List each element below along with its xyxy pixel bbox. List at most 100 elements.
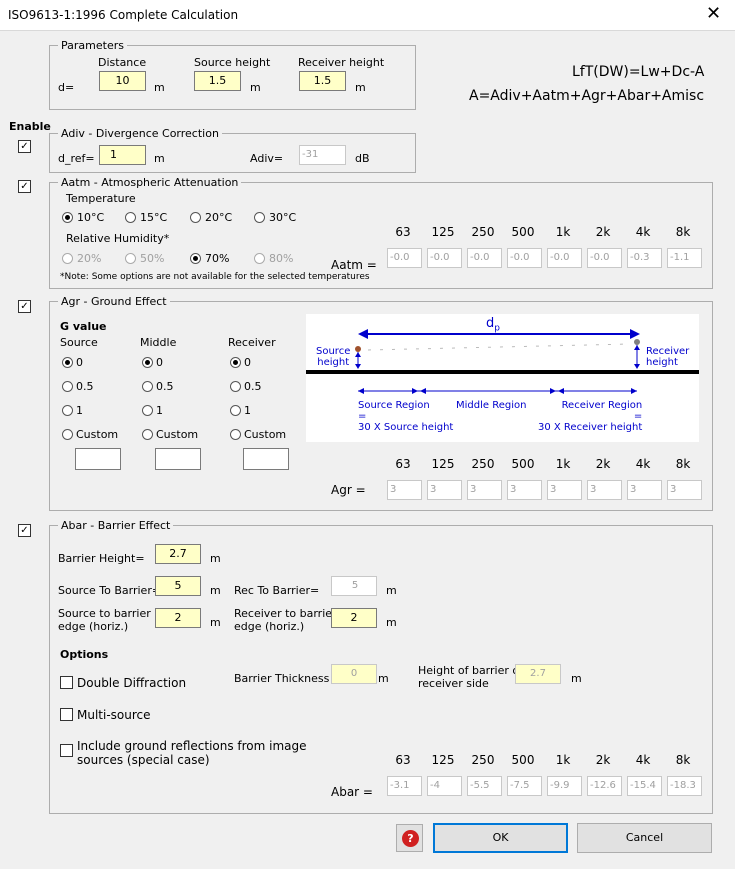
- g-option-label-1-2: 1: [156, 404, 163, 417]
- rh-radio-2[interactable]: [190, 253, 201, 264]
- g-radio-2-2[interactable]: [230, 405, 241, 416]
- temp-label-1: 15°C: [140, 211, 168, 224]
- temp-radio-0[interactable]: [62, 212, 73, 223]
- barrier-thickness-input[interactable]: 0: [331, 664, 377, 684]
- abar-enable-checkbox[interactable]: ✓: [18, 524, 31, 537]
- g-radio-1-2[interactable]: [142, 405, 153, 416]
- aatm-legend: Aatm - Atmospheric Attenuation: [58, 176, 242, 189]
- aatm-value-8k: -1.1: [667, 248, 702, 268]
- agr-value-2k: 3: [587, 480, 622, 500]
- close-icon[interactable]: ✕: [706, 4, 721, 24]
- g-radio-1-1[interactable]: [142, 381, 153, 392]
- receiver-height-label: Receiver height: [298, 56, 385, 69]
- height-rec-input[interactable]: 2.7: [515, 664, 561, 684]
- source-region-text-2: =: [358, 411, 367, 422]
- window-title: ISO9613-1:1996 Complete Calculation: [8, 8, 239, 22]
- g-radio-0-0[interactable]: [62, 357, 73, 368]
- source-height-text-1: Source: [316, 346, 351, 357]
- receiver-height-text-1: Receiver: [646, 346, 690, 357]
- g-option-label-0-3: Custom: [76, 428, 119, 441]
- abar-value-8k: -18.3: [667, 776, 702, 796]
- d-label: d=: [58, 81, 75, 94]
- aatm-value-2k: -0.0: [587, 248, 622, 268]
- double-diffraction-checkbox[interactable]: [60, 676, 73, 689]
- enable-label: Enable: [9, 120, 51, 133]
- g-radio-2-3[interactable]: [230, 429, 241, 440]
- cancel-button[interactable]: Cancel: [577, 823, 712, 853]
- abar-value-500: -7.5: [507, 776, 542, 796]
- receiver-edge-label: Receiver to barrier edge (horiz.): [234, 607, 337, 633]
- aatm-value-63: -0.0: [387, 248, 422, 268]
- rh-label-1: 50%: [140, 252, 165, 265]
- rh-label-3: 80%: [269, 252, 294, 265]
- double-diffraction-label: Double Diffraction: [77, 676, 187, 690]
- g-radio-2-1[interactable]: [230, 381, 241, 392]
- temp-radio-1[interactable]: [125, 212, 136, 223]
- receiver-height-text-2: height: [646, 357, 678, 368]
- rh-radio-0: [62, 253, 73, 264]
- dref-input[interactable]: 1: [99, 145, 146, 165]
- receiver-edge-input[interactable]: 2: [331, 608, 377, 628]
- agr-freq-63: 63: [395, 457, 411, 471]
- aatm-enable-checkbox[interactable]: ✓: [18, 180, 31, 193]
- source-height-input[interactable]: 1.5: [194, 71, 241, 91]
- multi-source-checkbox[interactable]: [60, 708, 73, 721]
- adiv-value-label: Adiv=: [250, 152, 284, 165]
- receiver-height-input[interactable]: 1.5: [299, 71, 346, 91]
- source-edge-label-1: Source to barrier: [58, 607, 151, 620]
- source-to-barrier-label: Source To Barrier=: [58, 584, 162, 597]
- source-edge-label-2: edge (horiz.): [58, 620, 129, 633]
- g-custom-input-1[interactable]: [155, 448, 201, 470]
- g-radio-0-1[interactable]: [62, 381, 73, 392]
- source-region-text-1: Source Region: [358, 400, 430, 411]
- agr-enable-checkbox[interactable]: ✓: [18, 300, 31, 313]
- g-option-label-2-3: Custom: [244, 428, 287, 441]
- source-edge-input[interactable]: 2: [155, 608, 201, 628]
- temp-radio-2[interactable]: [190, 212, 201, 223]
- aatm-value-125: -0.0: [427, 248, 462, 268]
- ok-button[interactable]: OK: [433, 823, 568, 853]
- agr-value-125: 3: [427, 480, 462, 500]
- adiv-enable-checkbox[interactable]: ✓: [18, 140, 31, 153]
- source-region-label: Source Region = 30 X Source height: [358, 400, 453, 433]
- agr-value-63: 3: [387, 480, 422, 500]
- barrier-height-input[interactable]: 2.7: [155, 544, 201, 564]
- receiver-region-text-2: =: [633, 411, 643, 422]
- temp-label-2: 20°C: [205, 211, 233, 224]
- dp-label: dp: [486, 316, 500, 334]
- help-button[interactable]: ?: [396, 824, 423, 852]
- temp-radio-3[interactable]: [254, 212, 265, 223]
- ground-reflections-checkbox[interactable]: [60, 744, 73, 757]
- g-custom-input-2[interactable]: [243, 448, 289, 470]
- aatm-freq-250: 250: [471, 225, 495, 239]
- receiver-edge-unit: m: [386, 616, 397, 629]
- g-radio-1-3[interactable]: [142, 429, 153, 440]
- source-height-unit: m: [250, 81, 261, 94]
- aatm-freq-63: 63: [395, 225, 411, 239]
- distance-input[interactable]: 10: [99, 71, 146, 91]
- dp-subscript: p: [494, 323, 500, 334]
- agr-freq-250: 250: [471, 457, 495, 471]
- g-radio-0-2[interactable]: [62, 405, 73, 416]
- source-to-barrier-unit: m: [210, 584, 221, 597]
- aatm-freq-4k: 4k: [635, 225, 651, 239]
- agr-freq-2k: 2k: [595, 457, 611, 471]
- rec-to-barrier-label: Rec To Barrier=: [234, 584, 320, 597]
- source-height-text-2: height: [317, 357, 350, 368]
- abar-freq-1k: 1k: [555, 753, 571, 767]
- g-option-label-2-2: 1: [244, 404, 251, 417]
- g-custom-input-0[interactable]: [75, 448, 121, 470]
- g-radio-0-3[interactable]: [62, 429, 73, 440]
- rec-to-barrier-unit: m: [386, 584, 397, 597]
- dref-unit: m: [154, 152, 165, 165]
- dref-label: d_ref=: [58, 152, 95, 165]
- aatm-freq-8k: 8k: [675, 225, 691, 239]
- source-edge-label: Source to barrier edge (horiz.): [58, 607, 151, 633]
- g-radio-1-0[interactable]: [142, 357, 153, 368]
- g-option-label-0-0: 0: [76, 356, 83, 369]
- g-radio-2-0[interactable]: [230, 357, 241, 368]
- abar-frame: [49, 525, 713, 814]
- barrier-thickness-label: Barrier Thickness =: [234, 672, 343, 685]
- barrier-height-unit: m: [210, 552, 221, 565]
- source-to-barrier-input[interactable]: 5: [155, 576, 201, 596]
